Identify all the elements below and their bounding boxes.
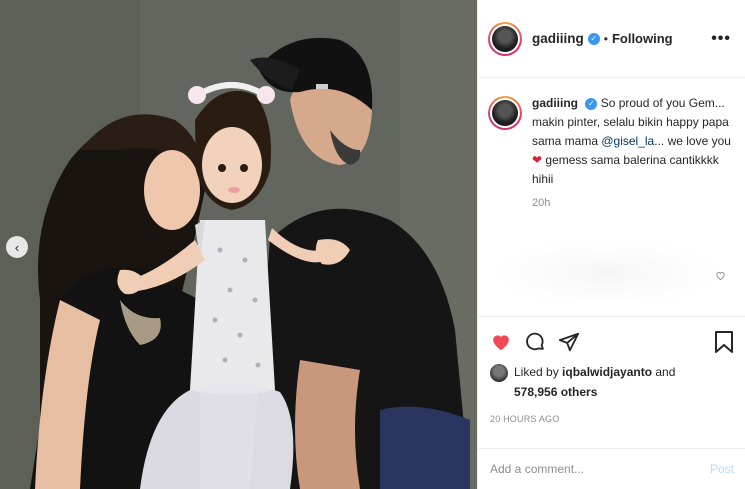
heart-filled-icon[interactable] <box>490 331 512 353</box>
chevron-left-icon: ‹ <box>14 239 20 255</box>
following-button[interactable]: Following <box>612 31 673 46</box>
caption-mention[interactable]: @gisel_la <box>601 134 654 148</box>
caption-avatar[interactable] <box>488 96 522 130</box>
post-panel: gadiiing ✓ • Following ••• gadiiing ✓ So… <box>477 0 745 489</box>
carousel-prev-button[interactable]: ‹ <box>6 236 28 258</box>
comments-section: gadiiing ✓ So proud of you Gem... makin … <box>478 78 745 316</box>
caption-time[interactable]: 20h <box>532 197 732 209</box>
more-icon[interactable]: ••• <box>711 30 731 48</box>
comment-box: Post <box>478 448 745 489</box>
comment-input[interactable] <box>490 462 690 476</box>
bookmark-icon[interactable] <box>714 330 734 354</box>
comment-icon[interactable] <box>524 331 546 353</box>
liker-avatar[interactable] <box>490 364 508 382</box>
verified-icon: ✓ <box>587 32 600 45</box>
post-photo[interactable]: ‹ <box>0 0 477 489</box>
author-avatar[interactable] <box>488 21 522 56</box>
liker-username[interactable]: iqbalwidjayanto <box>562 365 652 379</box>
action-bar <box>478 316 745 366</box>
likes-summary: Liked by iqbalwidjayanto and 578,956 othe… <box>490 362 736 402</box>
blurred-comment <box>492 238 722 308</box>
likes-prefix: Liked by <box>514 365 563 379</box>
heart-outline-icon[interactable] <box>715 270 726 284</box>
share-icon[interactable] <box>558 331 580 353</box>
post-timestamp[interactable]: 20 HOURS AGO <box>490 414 559 424</box>
author-username[interactable]: gadiiing <box>532 31 584 46</box>
family-photo-illustration <box>0 0 477 489</box>
post-header: gadiiing ✓ • Following ••• <box>478 0 745 78</box>
likes-text: Liked by iqbalwidjayanto and 578,956 othe… <box>514 362 675 402</box>
verified-icon: ✓ <box>585 97 598 110</box>
caption-body-3: gemess sama balerina cantikkkk hihii <box>532 153 719 186</box>
caption-body-2: ... we love you <box>654 134 731 148</box>
caption-username[interactable]: gadiiing <box>532 96 578 110</box>
caption-text: gadiiing ✓ So proud of you Gem... makin … <box>532 94 732 189</box>
post-comment-button[interactable]: Post <box>710 462 734 476</box>
separator-dot: • <box>603 31 608 46</box>
caption: gadiiing ✓ So proud of you Gem... makin … <box>488 94 732 189</box>
heart-emoji-icon: ❤ <box>532 153 543 167</box>
likes-count[interactable]: 578,956 others <box>514 385 597 399</box>
likes-joiner: and <box>652 365 676 379</box>
instagram-post: ‹ gadiiing ✓ • Following ••• gadiiing ✓ <box>0 0 745 489</box>
